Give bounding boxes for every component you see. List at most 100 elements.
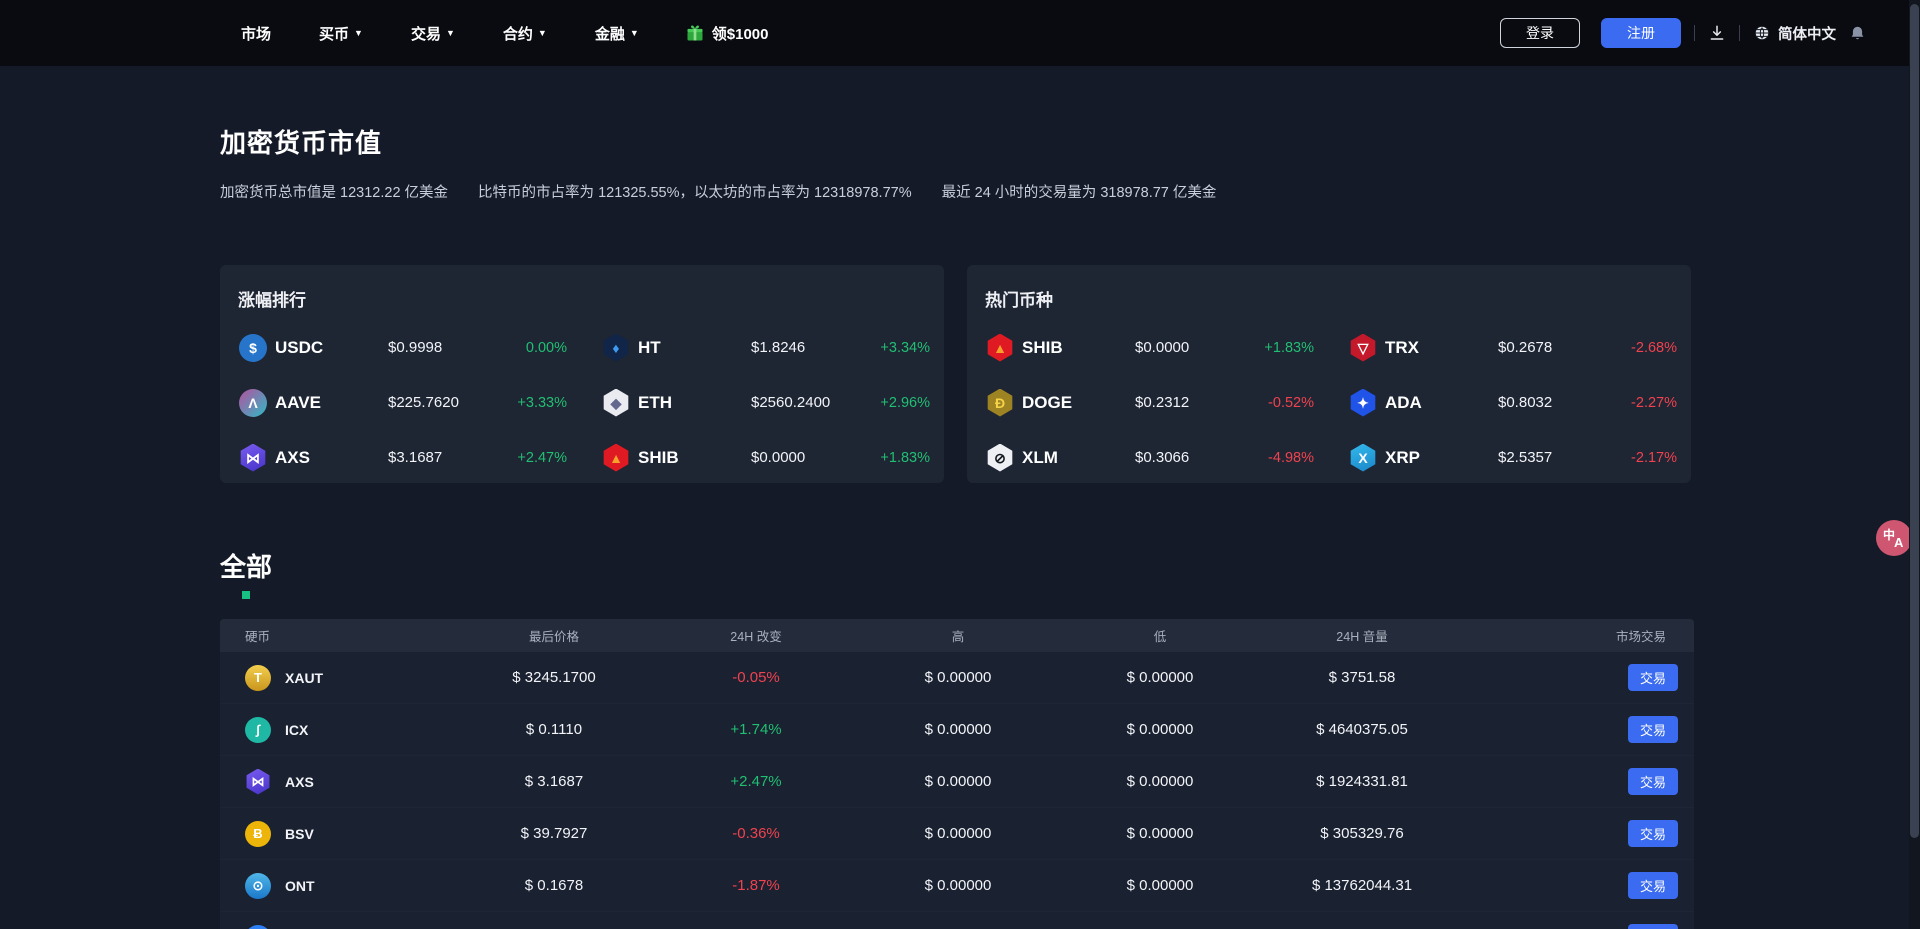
coin-entry[interactable]: ▲ SHIB $0.0000 +1.83% [602, 430, 930, 485]
coin-entry[interactable]: ▲ SHIB $0.0000 +1.83% [986, 320, 1314, 375]
chevron-down-icon: ▼ [354, 28, 363, 38]
change-24h: -0.05% [655, 669, 857, 686]
coin-price: $0.8032 [1498, 394, 1584, 411]
coin-change: +1.83% [1229, 340, 1314, 356]
coin-symbol: XLM [1022, 448, 1127, 468]
nav-item-trade[interactable]: 交易 ▼ [411, 23, 455, 44]
volume-24h: $ 305329.76 [1261, 825, 1463, 842]
trade-button[interactable]: 交易 [1628, 768, 1678, 795]
nav-label: 金融 [595, 23, 625, 44]
coin-entry[interactable]: Λ AAVE $225.7620 +3.33% [239, 375, 567, 430]
change-24h: -1.87% [655, 877, 857, 894]
coin-symbol: ICX [285, 722, 308, 738]
coin-change: -2.17% [1592, 450, 1677, 466]
change-24h: +2.47% [655, 773, 857, 790]
coin-entry[interactable]: X XRP $2.5357 -2.17% [1349, 430, 1677, 485]
col-market-trade: 市场交易 [1463, 626, 1694, 645]
translate-icon-secondary: A [1894, 535, 1903, 550]
coin-change: +3.34% [845, 340, 930, 356]
coin-symbol: TRX [1385, 338, 1490, 358]
coin-symbol: DOGE [1022, 393, 1127, 413]
coin-price: $225.7620 [388, 394, 474, 411]
scrollbar-track[interactable] [1909, 0, 1920, 929]
divider [1694, 25, 1695, 41]
icx-icon: ∫ [245, 717, 271, 743]
last-price: $ 0.1110 [453, 721, 655, 738]
bonus-promo-link[interactable]: 领$1000 [685, 23, 769, 44]
nav-right-cluster: 登录 注册 简体中文 [1500, 18, 1866, 48]
register-button[interactable]: 注册 [1601, 18, 1681, 48]
coin-symbol: XAUT [285, 670, 323, 686]
login-button[interactable]: 登录 [1500, 18, 1580, 48]
nav-item-market[interactable]: 市场 [241, 23, 271, 44]
trade-button[interactable]: 交易 [1628, 716, 1678, 743]
coin-entry[interactable]: ⊘ XLM $0.3066 -4.98% [986, 430, 1314, 485]
translate-widget[interactable]: 中 A [1876, 520, 1912, 556]
low: $ 0.00000 [1059, 877, 1261, 894]
nav-item-finance[interactable]: 金融 ▼ [595, 23, 639, 44]
coin-change: +2.96% [845, 395, 930, 411]
last-price: $ 39.7927 [453, 825, 655, 842]
trade-button[interactable]: 交易 [1628, 872, 1678, 899]
volume-24h: $ 13762044.31 [1261, 877, 1463, 894]
usdc-icon: $ [239, 334, 267, 362]
coin-entry[interactable]: ▽ TRX $0.2678 -2.68% [1349, 320, 1677, 375]
coin-symbol: AAVE [275, 393, 380, 413]
nav-item-buy[interactable]: 买币 ▼ [319, 23, 363, 44]
col-volume-24h: 24H 音量 [1261, 626, 1463, 645]
trade-button[interactable]: 交易 [1628, 924, 1678, 929]
gainers-card: 涨幅排行 $ USDC $0.9998 0.00% ♦ HT $1.8246 +… [220, 265, 944, 483]
scrollbar-thumb[interactable] [1910, 4, 1919, 838]
coin-change: -0.52% [1229, 395, 1314, 411]
chevron-down-icon: ▼ [630, 28, 639, 38]
volume-24h-stat: 最近 24 小时的交易量为 318978.77 亿美金 [942, 181, 1217, 202]
trade-button[interactable]: 交易 [1628, 820, 1678, 847]
coin-entry[interactable]: $ USDC $0.9998 0.00% [239, 320, 567, 375]
coin-entry[interactable]: ♦ HT $1.8246 +3.34% [602, 320, 930, 375]
low: $ 0.00000 [1059, 773, 1261, 790]
low: $ 0.00000 [1059, 825, 1261, 842]
market-stats: 加密货币总市值是 12312.22 亿美金 比特币的市占率为 121325.55… [220, 181, 1694, 202]
coin-symbol: ETH [638, 393, 743, 413]
coin-price: $0.0000 [751, 449, 837, 466]
shib-icon: ▲ [602, 444, 630, 472]
coin-entry[interactable]: ⋈ AXS $3.1687 +2.47% [239, 430, 567, 485]
last-price: $ 3.1687 [453, 773, 655, 790]
trade-button[interactable]: 交易 [1628, 664, 1678, 691]
nav-label: 市场 [241, 23, 271, 44]
xlm-icon: ⊘ [986, 444, 1014, 472]
ht-icon: ♦ [602, 334, 630, 362]
high: $ 0.00000 [857, 877, 1059, 894]
coin-entry[interactable]: Đ DOGE $0.2312 -0.52% [986, 375, 1314, 430]
coin-symbol: ADA [1385, 393, 1490, 413]
ada-icon: ✦ [1349, 389, 1377, 417]
gift-icon [685, 23, 705, 43]
coins-table: 硬币 最后价格 24H 改变 高 低 24H 音量 市场交易 T XAUT $ … [220, 619, 1694, 929]
coin-entry[interactable]: ✦ ADA $0.8032 -2.27% [1349, 375, 1677, 430]
coin-price: $3.1687 [388, 449, 474, 466]
nav-label: 合约 [503, 23, 533, 44]
download-app-icon[interactable] [1708, 24, 1726, 42]
nav-label: 买币 [319, 23, 349, 44]
coin-price: $2.5357 [1498, 449, 1584, 466]
bell-icon[interactable] [1849, 25, 1866, 42]
coin-symbol: BSV [285, 826, 314, 842]
col-coin: 硬币 [220, 626, 453, 645]
coin-entry[interactable]: ◆ ETH $2560.2400 +2.96% [602, 375, 930, 430]
coin-change: +2.47% [482, 450, 567, 466]
col-change-24h: 24H 改变 [655, 626, 857, 645]
col-low: 低 [1059, 626, 1261, 645]
coin-change: +1.83% [845, 450, 930, 466]
table-row: T XAUT $ 3245.1700 -0.05% $ 0.00000 $ 0.… [220, 652, 1694, 704]
language-selector[interactable]: 简体中文 [1753, 23, 1836, 44]
coin-change: +3.33% [482, 395, 567, 411]
coin-change: 0.00% [482, 340, 567, 356]
table-row: ∫ ICX $ 0.1110 +1.74% $ 0.00000 $ 0.0000… [220, 704, 1694, 756]
nav-item-contract[interactable]: 合约 ▼ [503, 23, 547, 44]
coin-symbol: SHIB [1022, 338, 1127, 358]
coin-change: -4.98% [1229, 450, 1314, 466]
coin-symbol: ONT [285, 878, 315, 894]
coin-symbol: SHIB [638, 448, 743, 468]
high: $ 0.00000 [857, 825, 1059, 842]
high: $ 0.00000 [857, 721, 1059, 738]
